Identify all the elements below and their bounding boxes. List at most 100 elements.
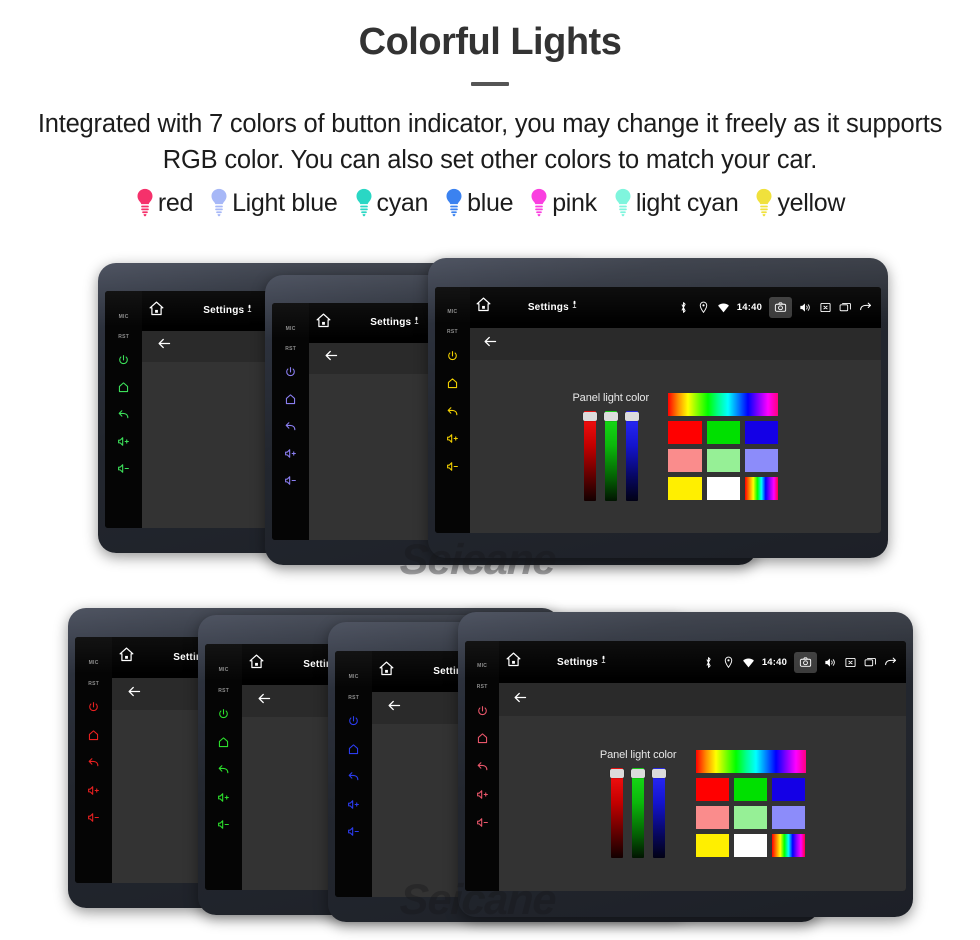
slider-thumb[interactable] <box>603 411 618 421</box>
home-icon[interactable] <box>378 660 395 682</box>
red-slider[interactable] <box>564 774 579 865</box>
back-arrow-icon[interactable] <box>256 691 273 711</box>
home-icon[interactable] <box>315 312 332 334</box>
close-box-icon[interactable] <box>844 656 857 669</box>
green-slider[interactable] <box>325 760 340 851</box>
volume-icon[interactable] <box>824 656 837 669</box>
hardkey-back-icon[interactable] <box>217 763 230 776</box>
close-box-icon[interactable] <box>819 301 832 314</box>
hardkey-home-icon[interactable] <box>87 729 100 742</box>
slider-thumb[interactable] <box>564 775 579 785</box>
hardkey-power-icon[interactable] <box>117 354 130 367</box>
hardkey-back-icon[interactable] <box>117 408 130 421</box>
swatch-white[interactable] <box>706 476 740 500</box>
hardkey-volume-up-icon[interactable] <box>217 791 230 804</box>
microphone-icon[interactable] <box>474 662 483 680</box>
blue-slider[interactable] <box>376 409 391 500</box>
swatch-green[interactable] <box>733 778 768 802</box>
green-slider[interactable] <box>522 421 537 512</box>
recents-icon[interactable] <box>864 656 877 669</box>
hardkey-power-icon[interactable] <box>284 366 297 379</box>
device-bottom-blue[interactable]: MIC RST Settings Panel light color <box>328 622 820 922</box>
blue-slider[interactable] <box>346 760 361 851</box>
slider-thumb[interactable] <box>501 422 516 432</box>
hardkey-volume-up-icon[interactable] <box>347 798 360 811</box>
hardkey-volume-down-icon[interactable] <box>217 818 230 831</box>
slider-thumb[interactable] <box>582 411 597 421</box>
hardkey-back-icon[interactable] <box>347 770 360 783</box>
back-arrow-icon[interactable] <box>512 690 529 710</box>
hardkey-volume-up-icon[interactable] <box>284 447 297 460</box>
hardkey-volume-up-icon[interactable] <box>87 784 100 797</box>
red-slider[interactable] <box>434 767 449 858</box>
swatch-rainbow[interactable] <box>744 476 779 500</box>
swatch-salmon[interactable] <box>695 806 729 830</box>
slider-thumb[interactable] <box>346 761 361 771</box>
back-arrow-icon[interactable] <box>482 334 499 354</box>
back-arrow-icon[interactable] <box>156 336 173 356</box>
microphone-icon[interactable] <box>244 302 253 320</box>
slider-thumb[interactable] <box>631 769 646 779</box>
hardkey-volume-down-icon[interactable] <box>446 460 459 473</box>
device-top-green[interactable]: MIC RST Settings Panel light color <box>98 263 590 553</box>
red-slider[interactable] <box>582 410 597 501</box>
hardkey-home-icon[interactable] <box>284 393 297 406</box>
hardkey-volume-down-icon[interactable] <box>117 462 130 475</box>
blue-slider[interactable] <box>543 421 558 512</box>
swatch-lightgreen[interactable] <box>733 806 768 830</box>
red-slider[interactable] <box>610 768 625 859</box>
swatch-yellow[interactable] <box>668 476 702 500</box>
rainbow-gradient-bar[interactable] <box>695 750 806 774</box>
slider-thumb[interactable] <box>610 769 625 779</box>
hardkey-power-icon[interactable] <box>446 350 459 363</box>
hardkey-home-icon[interactable] <box>217 736 230 749</box>
hardkey-back-icon[interactable] <box>476 760 489 773</box>
red-slider[interactable] <box>334 409 349 500</box>
slider-thumb[interactable] <box>434 768 449 778</box>
hardkey-power-icon[interactable] <box>217 708 230 721</box>
home-icon[interactable] <box>248 653 265 675</box>
recents-icon[interactable] <box>839 301 852 314</box>
blue-slider[interactable] <box>476 767 491 858</box>
green-slider[interactable] <box>455 767 470 858</box>
device-bottom-red[interactable]: MIC RST Settings Panel light color <box>68 608 560 908</box>
swatch-rainbow[interactable] <box>772 834 806 858</box>
hardkey-power-icon[interactable] <box>347 715 360 728</box>
blue-slider[interactable] <box>624 410 639 501</box>
hardkey-power-icon[interactable] <box>476 705 489 718</box>
slider-thumb[interactable] <box>543 422 558 432</box>
hardkey-back-icon[interactable] <box>446 405 459 418</box>
swatch-green[interactable] <box>706 420 740 444</box>
hardkey-back-icon[interactable] <box>87 756 100 769</box>
swatch-red[interactable] <box>668 420 702 444</box>
device-bottom-green[interactable]: MIC RST Settings Panel light color <box>198 615 690 915</box>
blue-slider[interactable] <box>652 768 667 859</box>
green-slider[interactable] <box>355 409 370 500</box>
back-arrow-icon[interactable] <box>386 698 403 718</box>
back-arrow-icon[interactable] <box>323 348 340 368</box>
hardkey-home-icon[interactable] <box>476 732 489 745</box>
slider-thumb[interactable] <box>624 411 639 421</box>
swatch-red[interactable] <box>695 778 729 802</box>
swatch-blue[interactable] <box>744 420 779 444</box>
home-icon[interactable] <box>504 651 521 673</box>
back-arrow-icon[interactable] <box>126 684 143 704</box>
slider-thumb[interactable] <box>325 761 340 771</box>
back-arrow-icon[interactable] <box>859 301 872 314</box>
hardkey-home-icon[interactable] <box>347 743 360 756</box>
slider-thumb[interactable] <box>376 410 391 420</box>
camera-icon[interactable] <box>769 296 793 318</box>
hardkey-volume-up-icon[interactable] <box>446 432 459 445</box>
hardkey-home-icon[interactable] <box>446 377 459 390</box>
device-top-purple[interactable]: MIC RST Settings Panel light color <box>265 275 757 565</box>
swatch-periwinkle[interactable] <box>772 806 806 830</box>
device-top-yellow[interactable]: MIC RST Settings 14:40 Panel light color <box>428 258 888 558</box>
blue-slider[interactable] <box>606 774 621 865</box>
microphone-icon[interactable] <box>344 655 353 673</box>
slider-thumb[interactable] <box>476 768 491 778</box>
slider-thumb[interactable] <box>334 410 349 420</box>
slider-thumb[interactable] <box>606 775 621 785</box>
slider-thumb[interactable] <box>455 768 470 778</box>
swatch-blue[interactable] <box>772 778 806 802</box>
home-icon[interactable] <box>148 300 165 322</box>
